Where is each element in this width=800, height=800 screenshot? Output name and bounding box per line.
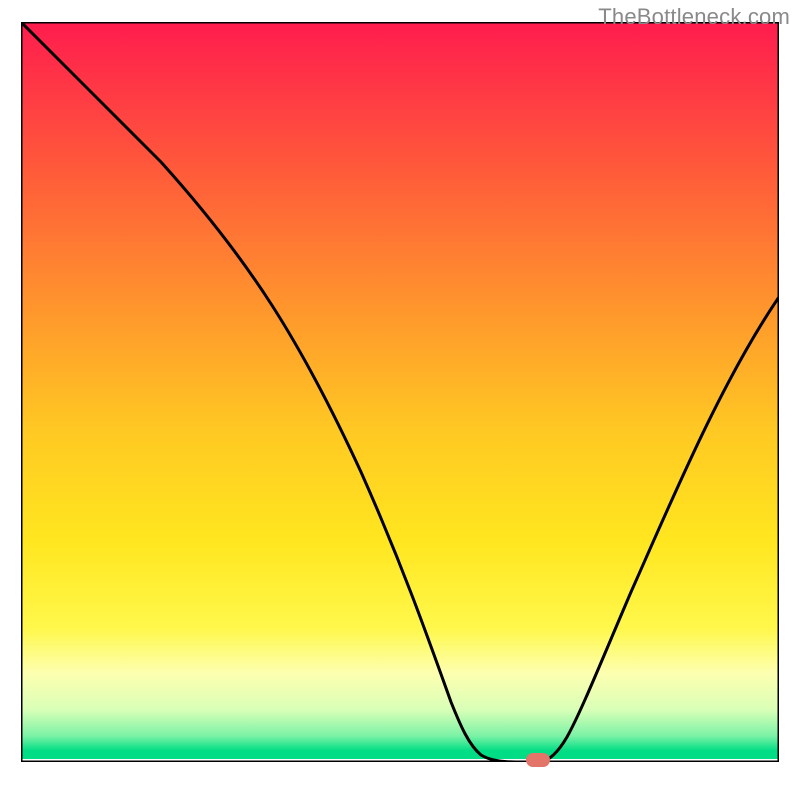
chart-container: TheBottleneck.com — [0, 0, 800, 800]
plot-area — [21, 22, 779, 762]
gradient-background — [21, 22, 779, 762]
watermark-text: TheBottleneck.com — [598, 4, 790, 30]
chart-svg — [21, 22, 779, 762]
min-marker — [526, 753, 550, 767]
